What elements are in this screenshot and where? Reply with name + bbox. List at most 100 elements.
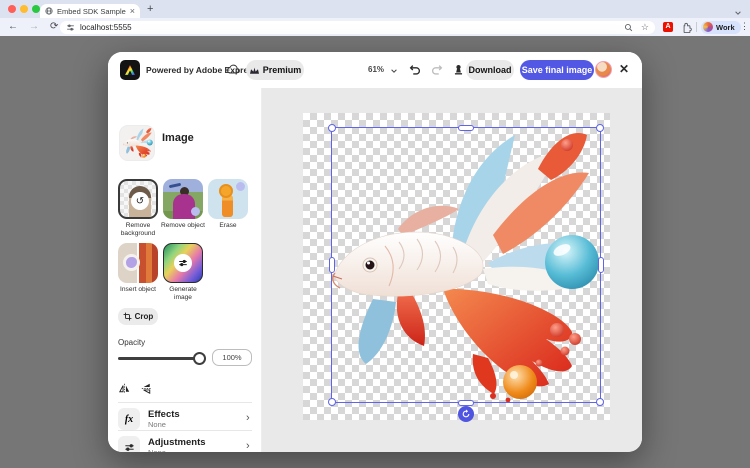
editor-header: Powered by Adobe Express Premium 61% Dow… [108, 52, 642, 88]
minimize-window-button[interactable] [20, 5, 28, 13]
generate-image-icon [174, 254, 192, 272]
profile-chip[interactable]: Work [701, 21, 741, 34]
adjustments-icon [118, 436, 140, 452]
tool-label: Insert object [115, 286, 161, 294]
site-settings-icon[interactable] [66, 23, 75, 32]
remove-object-button[interactable] [163, 179, 203, 219]
opacity-label: Opacity [118, 338, 145, 347]
selection-box[interactable] [331, 127, 601, 403]
editor-canvas[interactable] [262, 88, 642, 452]
tab-strip: Embed SDK Sample × + [0, 0, 750, 18]
image-thumbnail [120, 126, 154, 160]
forward-icon[interactable]: → [29, 22, 39, 32]
reload-icon[interactable]: ⟳ [50, 22, 58, 32]
chevron-right-icon: › [246, 440, 250, 452]
tab-title: Embed SDK Sample [57, 7, 130, 16]
resize-handle-bottom[interactable] [458, 400, 474, 406]
profile-name: Work [716, 23, 735, 32]
generate-image-button[interactable] [163, 243, 203, 283]
fx-icon: fx [118, 408, 140, 430]
insert-object-button[interactable] [118, 243, 158, 283]
resize-handle-right[interactable] [598, 257, 604, 273]
chevron-right-icon: › [246, 412, 250, 424]
orange-slice-photo [219, 184, 233, 198]
close-editor-icon[interactable]: ✕ [619, 62, 629, 76]
user-avatar[interactable] [595, 61, 612, 78]
premium-label: Premium [263, 65, 302, 75]
adjustments-label: Adjustments [148, 437, 206, 448]
cloud-icon [226, 63, 240, 75]
resize-handle-left[interactable] [329, 257, 335, 273]
resize-handle-bottom-left[interactable] [328, 398, 336, 406]
premium-button[interactable]: Premium [246, 60, 304, 80]
browser-window: Embed SDK Sample × + ← → ⟳ localhost:555… [0, 0, 750, 468]
adobe-express-logo [120, 60, 140, 80]
save-final-image-button[interactable]: Save final image [520, 60, 594, 80]
browser-toolbar: ← → ⟳ localhost:5555 ☆ A Work ⋮ [0, 18, 750, 36]
resize-handle-top-left[interactable] [328, 124, 336, 132]
browser-tab[interactable]: Embed SDK Sample × [40, 4, 140, 18]
brand-text: Powered by Adobe Express [146, 65, 258, 75]
effects-label: Effects [148, 409, 180, 420]
panel-title: Image [162, 132, 194, 144]
redo-icon[interactable] [430, 63, 444, 77]
tool-label: Remove object [160, 222, 206, 230]
globe-favicon-icon [45, 7, 53, 15]
save-label: Save final image [522, 65, 593, 75]
divider [118, 402, 252, 403]
crown-icon [249, 66, 260, 75]
browser-menu-icon[interactable]: ⋮ [740, 21, 749, 32]
adobe-express-editor: Powered by Adobe Express Premium 61% Dow… [108, 52, 642, 452]
new-tab-button[interactable]: + [147, 3, 153, 15]
maximize-window-button[interactable] [32, 5, 40, 13]
flip-vertical-button[interactable] [138, 380, 155, 397]
opacity-slider-knob[interactable] [193, 352, 206, 365]
download-label: Download [469, 65, 512, 75]
crop-button[interactable]: Crop [118, 308, 158, 325]
flip-vertical-icon [141, 382, 152, 395]
zoom-page-icon[interactable] [624, 23, 633, 32]
transparent-artboard[interactable] [303, 113, 610, 420]
ai-badge-dot [236, 182, 245, 191]
remove-background-button[interactable]: ↺ [118, 179, 158, 219]
bookmark-star-icon[interactable]: ☆ [641, 22, 649, 33]
toolbar-divider [696, 22, 697, 32]
plane-graphic [169, 183, 181, 188]
tool-label: Remove background [115, 222, 161, 238]
erase-button[interactable] [208, 179, 248, 219]
divider [118, 430, 252, 431]
person-photo [173, 194, 195, 219]
resize-handle-top[interactable] [458, 125, 474, 131]
effects-value: None [148, 420, 166, 429]
resize-handle-top-right[interactable] [596, 124, 604, 132]
zoom-level[interactable]: 61% [368, 65, 384, 74]
crop-icon [123, 312, 132, 321]
adjustments-value: None [148, 448, 166, 452]
adobe-extension-icon[interactable]: A [663, 22, 673, 32]
opacity-value-field[interactable]: 100% [212, 349, 252, 366]
tool-label: Erase [205, 222, 251, 230]
tab-close-icon[interactable]: × [130, 7, 135, 16]
undo-icon[interactable] [408, 63, 422, 77]
tool-label: Generate image [160, 286, 206, 302]
back-icon[interactable]: ← [8, 22, 18, 32]
rotate-icon [461, 409, 471, 419]
rotate-handle[interactable] [458, 406, 474, 422]
url-text: localhost:5555 [80, 23, 624, 32]
image-properties-panel: Image ↺ Remove background [108, 88, 262, 452]
extensions-icon[interactable] [681, 22, 692, 33]
webpage-background: Powered by Adobe Express Premium 61% Dow… [0, 36, 750, 468]
address-bar[interactable]: localhost:5555 ☆ [60, 21, 655, 34]
chevron-down-icon[interactable] [390, 67, 398, 75]
stamp-icon[interactable] [452, 63, 465, 77]
bottle-photo [222, 195, 233, 217]
download-button[interactable]: Download [466, 60, 514, 80]
close-window-button[interactable] [8, 5, 16, 13]
profile-avatar [703, 22, 713, 32]
flip-horizontal-icon [118, 383, 131, 394]
resize-handle-bottom-right[interactable] [596, 398, 604, 406]
flip-horizontal-button[interactable] [116, 380, 133, 397]
ai-badge-dot [191, 207, 200, 216]
remove-background-icon: ↺ [131, 192, 149, 210]
crop-label: Crop [135, 312, 154, 321]
